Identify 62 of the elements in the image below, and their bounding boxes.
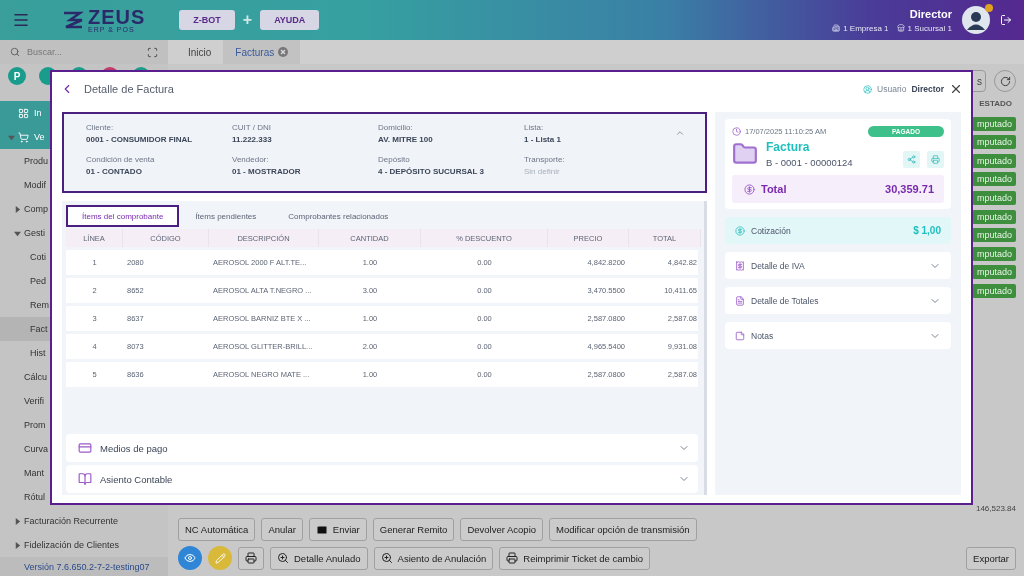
sidebar-item-label: Comp	[24, 204, 48, 214]
sidebar-item-label: Rem	[30, 300, 49, 310]
version-label: Versión 7.6.650.2-7-2-testing07	[0, 557, 168, 576]
status-tag: mputado	[972, 153, 1016, 168]
document-number: B - 0001 - 00000124	[766, 157, 853, 168]
accordion-label: Detalle de Totales	[751, 295, 819, 306]
tab-label: Facturas	[235, 46, 275, 58]
field-label: Condición de venta	[86, 155, 156, 164]
field-value: Sin definir	[524, 167, 561, 176]
sidebar-item-label: Fact	[30, 324, 48, 334]
status-tag: mputado	[972, 246, 1016, 261]
sidebar-item-label: Prom	[24, 420, 46, 430]
field-value: 11.222.333	[232, 135, 273, 144]
field-value: 01 - MOSTRADOR	[232, 167, 302, 176]
field-value: AV. MITRE 100	[378, 135, 434, 144]
branch-label: 1 Sucursal 1	[907, 23, 952, 33]
status-tag: mputado	[972, 135, 1016, 150]
sidebar-item-label: In	[34, 108, 42, 118]
status-tag: mputado	[972, 116, 1016, 131]
document-type: Factura	[766, 140, 811, 154]
exchange-label: Cotización	[751, 225, 791, 236]
field-value: 1 - Lista 1	[524, 135, 562, 144]
total-value: 30,359.71	[885, 183, 934, 195]
status-tag: mputado	[972, 172, 1016, 187]
plus-sign: +	[242, 11, 253, 29]
sidebar-item-label: Rótul	[24, 492, 45, 502]
field-label: CUIT / DNI	[232, 123, 272, 132]
dialog-title: Detalle de Factura	[84, 83, 174, 95]
sidebar-item-label: Modif	[24, 180, 46, 190]
accordion-label: Notas	[751, 330, 774, 341]
user-name: Director	[911, 84, 944, 94]
sidebar-item-label: Fidelización de Clientes	[24, 540, 120, 550]
status-tag: mputado	[972, 265, 1016, 280]
field-value: 0001 - CONSUMIDOR FINAL	[86, 135, 194, 144]
status-tag: mputado	[972, 283, 1016, 298]
column-header: ESTADO	[978, 99, 1013, 108]
company-label: 1 Empresa 1	[843, 23, 889, 33]
exchange-value: $ 1,00	[913, 225, 941, 236]
tab-label: Inicio	[188, 46, 212, 58]
user-label: Usuario	[877, 84, 907, 94]
status-tag: mputado	[972, 228, 1016, 243]
sidebar-item-label: Ve	[34, 132, 45, 142]
sidebar-item-label: Gesti	[24, 228, 45, 238]
status-tag: mputado	[972, 209, 1016, 224]
status-tag: mputado	[972, 190, 1016, 205]
field-label: Depósito	[378, 155, 411, 164]
user-name: Director	[909, 7, 952, 20]
total-label: Total	[761, 183, 787, 195]
field-label: Cliente:	[86, 123, 115, 132]
accordion-label: Medios de pago	[100, 442, 168, 454]
sidebar-item-label: Verifi	[24, 396, 44, 406]
field-label: Transporte:	[524, 155, 566, 164]
field-label: Domicilio:	[378, 123, 414, 132]
sidebar-item-label: Facturación Recurrente	[24, 516, 119, 526]
field-label: Vendedor:	[232, 155, 270, 164]
total-amount: 146,523.84	[975, 504, 1016, 513]
accordion-label: Detalle de IVA	[751, 260, 805, 271]
logo-text: ZEUS	[88, 7, 146, 26]
accordion-label: Asiento Contable	[100, 473, 173, 485]
field-value: 01 - CONTADO	[86, 167, 143, 176]
field-label: Lista:	[524, 123, 545, 132]
field-value: 4 - DEPÓSITO SUCURSAL 3	[378, 167, 485, 176]
